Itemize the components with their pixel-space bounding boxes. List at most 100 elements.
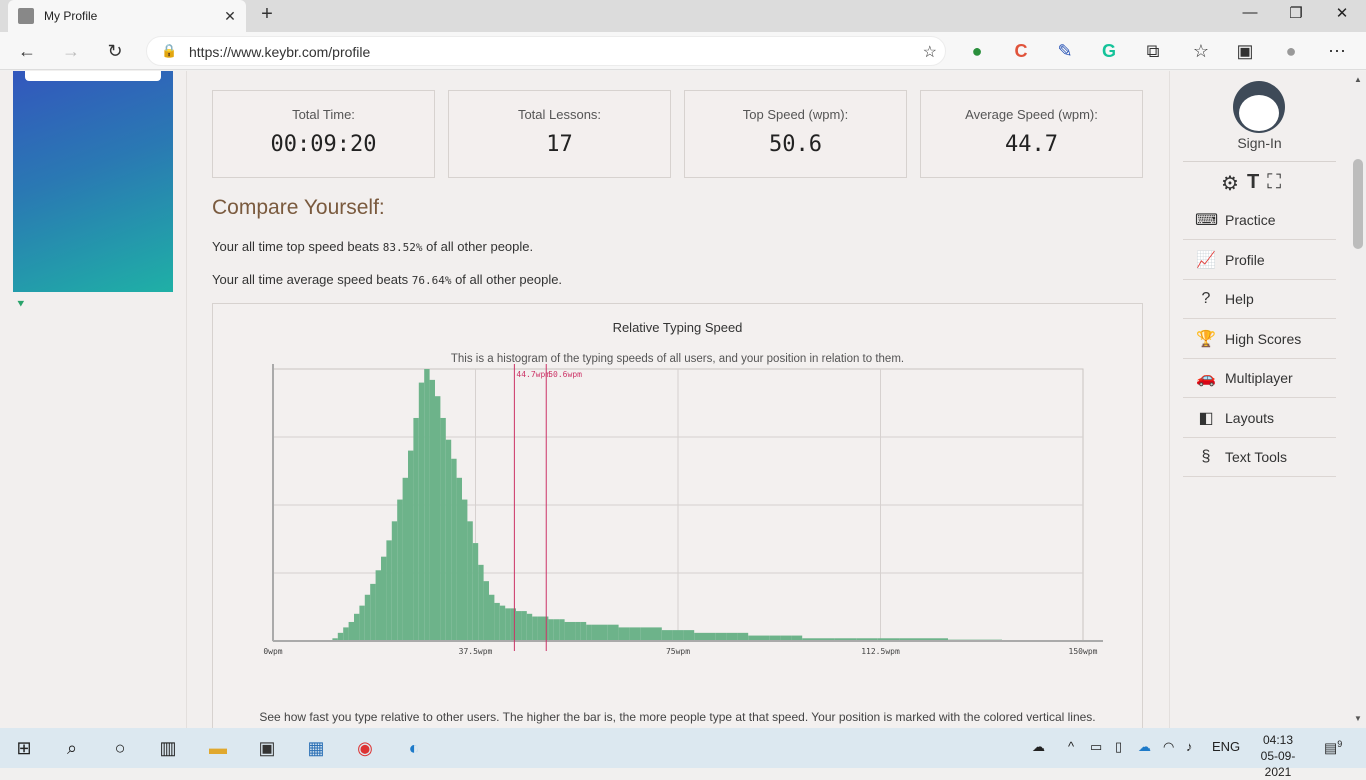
extension-globe-icon[interactable]: ●	[966, 40, 988, 62]
scroll-thumb[interactable]	[1353, 159, 1363, 249]
profile-avatar-icon[interactable]: ●	[1280, 40, 1302, 62]
histogram-bar	[456, 477, 462, 641]
lock-icon[interactable]: 🔒	[161, 43, 177, 59]
new-tab-button[interactable]: +	[256, 4, 278, 26]
minimize-button[interactable]: —	[1238, 4, 1262, 26]
sidebar-item-high-scores[interactable]: 🏆 High Scores	[1183, 320, 1336, 359]
histogram-bar	[516, 611, 522, 641]
show-hidden-icons-icon[interactable]: ^	[1068, 739, 1074, 754]
scroll-down-icon[interactable]: ▼	[1354, 714, 1362, 723]
clock[interactable]: 04:13 05-09-2021	[1255, 732, 1301, 780]
add-favorite-icon[interactable]: ☆	[923, 42, 937, 62]
back-icon[interactable]: ←	[16, 40, 38, 62]
sidebar-item-profile[interactable]: 📈 Profile	[1183, 241, 1336, 280]
relative-speed-chart-panel: Relative Typing Speed This is a histogra…	[212, 303, 1143, 728]
close-window-button[interactable]: ✕	[1330, 4, 1354, 26]
comparison-text: of all other people.	[422, 239, 534, 254]
histogram-chart: 44.7wpm50.6wpm 0wpm 37.5wpm 75wpm 112.5wpm 15…	[263, 364, 1103, 656]
extension-pen-icon[interactable]: ✎	[1054, 40, 1076, 62]
onedrive-icon[interactable]: ☁	[1138, 739, 1151, 755]
stat-label: Total Time:	[292, 107, 355, 122]
url-text[interactable]: https://www.keybr.com/profile	[189, 44, 370, 60]
collections-icon[interactable]: ▣	[1234, 40, 1256, 62]
histogram-bar	[375, 570, 381, 641]
cortana-icon[interactable]: ○	[108, 736, 132, 760]
sidebar-item-layouts[interactable]: ◧ Layouts	[1183, 399, 1336, 438]
battery-icon[interactable]: ▭	[1090, 739, 1102, 755]
browser-toolbar: ← → ↻ 🔒 https://www.keybr.com/profile ☆ …	[0, 32, 1366, 70]
close-tab-icon[interactable]: ✕	[220, 8, 240, 25]
grammarly-icon[interactable]: G	[1098, 40, 1120, 62]
histogram-bar	[386, 540, 392, 641]
comparison-text: of all other people.	[451, 272, 563, 287]
histogram-bar	[337, 632, 344, 641]
stat-value: 50.6	[769, 132, 822, 157]
histogram-bar	[580, 621, 587, 641]
histogram-bar	[586, 624, 592, 641]
camera-icon[interactable]: ▯	[1115, 739, 1122, 755]
extension-c-icon[interactable]: C	[1010, 40, 1032, 62]
notifications-icon[interactable]: ▤9	[1324, 739, 1342, 757]
scroll-up-icon[interactable]: ▲	[1354, 75, 1362, 84]
address-bar[interactable]: 🔒 https://www.keybr.com/profile ☆	[146, 36, 946, 66]
sidebar-item-label: Layouts	[1225, 409, 1275, 426]
sidebar-item-multiplayer[interactable]: 🚗 Multiplayer	[1183, 359, 1336, 398]
histogram-bar	[494, 602, 500, 641]
histogram-bar	[348, 621, 354, 641]
comparison-text: Your all time average speed beats	[212, 272, 412, 287]
sidebar-item-help[interactable]: ? Help	[1183, 280, 1336, 319]
task-view-icon[interactable]: ▥	[156, 736, 180, 760]
histogram-bar	[510, 608, 516, 641]
chrome-icon[interactable]: ◉	[353, 736, 377, 760]
refresh-icon[interactable]: ↻	[104, 40, 126, 62]
stat-value: 00:09:20	[270, 132, 377, 157]
histogram-bar	[499, 605, 506, 641]
stat-average-speed: Average Speed (wpm): 44.7	[920, 90, 1143, 178]
histogram-bar	[505, 608, 511, 641]
histogram-bar	[543, 616, 549, 641]
windows-start-icon[interactable]: ⊞	[12, 736, 36, 760]
histogram-bar	[737, 632, 749, 641]
language-indicator[interactable]: ENG	[1212, 739, 1240, 754]
x-tick-label: 112.5wpm	[861, 647, 900, 656]
edge-icon[interactable]: ◐	[402, 736, 426, 760]
file-explorer-icon[interactable]: ▬	[206, 736, 230, 760]
x-tick-label: 150wpm	[1069, 647, 1098, 656]
volume-icon[interactable]: ♪	[1186, 739, 1193, 754]
restore-button[interactable]: ❐	[1284, 4, 1308, 26]
stat-top-speed: Top Speed (wpm): 50.6	[684, 90, 907, 178]
wifi-icon[interactable]: ◠	[1163, 739, 1174, 755]
forward-icon[interactable]: →	[60, 40, 82, 62]
theme-settings-icon[interactable]: ⚙	[1221, 171, 1239, 196]
histogram-bar	[694, 632, 705, 641]
left-ad-banner[interactable]	[13, 71, 173, 292]
fullscreen-icon[interactable]: ⛶	[1267, 171, 1281, 196]
sidebar-item-label: Multiplayer	[1225, 370, 1293, 386]
histogram-bar	[553, 619, 560, 641]
store-icon[interactable]: ▣	[255, 736, 279, 760]
histogram-bar	[402, 477, 408, 641]
stat-total-time: Total Time: 00:09:20	[212, 90, 435, 178]
histogram-bar	[607, 624, 619, 641]
favorites-icon[interactable]: ☆	[1190, 40, 1212, 62]
sign-in-link[interactable]: Sign-In	[1183, 135, 1336, 151]
sidebar-item-practice[interactable]: ⌨ Practice	[1183, 201, 1336, 240]
avg-speed-percentile: 76.64%	[411, 274, 452, 287]
ad-choices-icon[interactable]: ⯆	[16, 297, 26, 312]
search-icon[interactable]: ⌕	[60, 736, 84, 760]
histogram-bar	[391, 521, 398, 641]
font-size-icon[interactable]: T	[1247, 171, 1259, 196]
page-scrollbar[interactable]: ▲ ▼	[1350, 71, 1366, 728]
more-menu-icon[interactable]: ⋯	[1326, 40, 1348, 62]
weather-icon[interactable]: ☁	[1032, 739, 1045, 755]
sidebar-item-text-tools[interactable]: § Text Tools	[1183, 438, 1336, 477]
chart-footer-text: See how fast you type relative to other …	[259, 710, 1096, 724]
user-avatar-icon[interactable]	[1233, 81, 1285, 133]
stat-value: 17	[546, 132, 573, 157]
speed-marker-label: 50.6wpm	[548, 370, 582, 379]
control-panel-icon[interactable]: ▦	[304, 736, 328, 760]
browser-tab[interactable]: My Profile ✕	[8, 0, 246, 32]
extensions-icon[interactable]: ⧉	[1142, 40, 1164, 62]
x-tick-label: 75wpm	[666, 647, 690, 656]
clock-time: 04:13	[1262, 733, 1294, 747]
